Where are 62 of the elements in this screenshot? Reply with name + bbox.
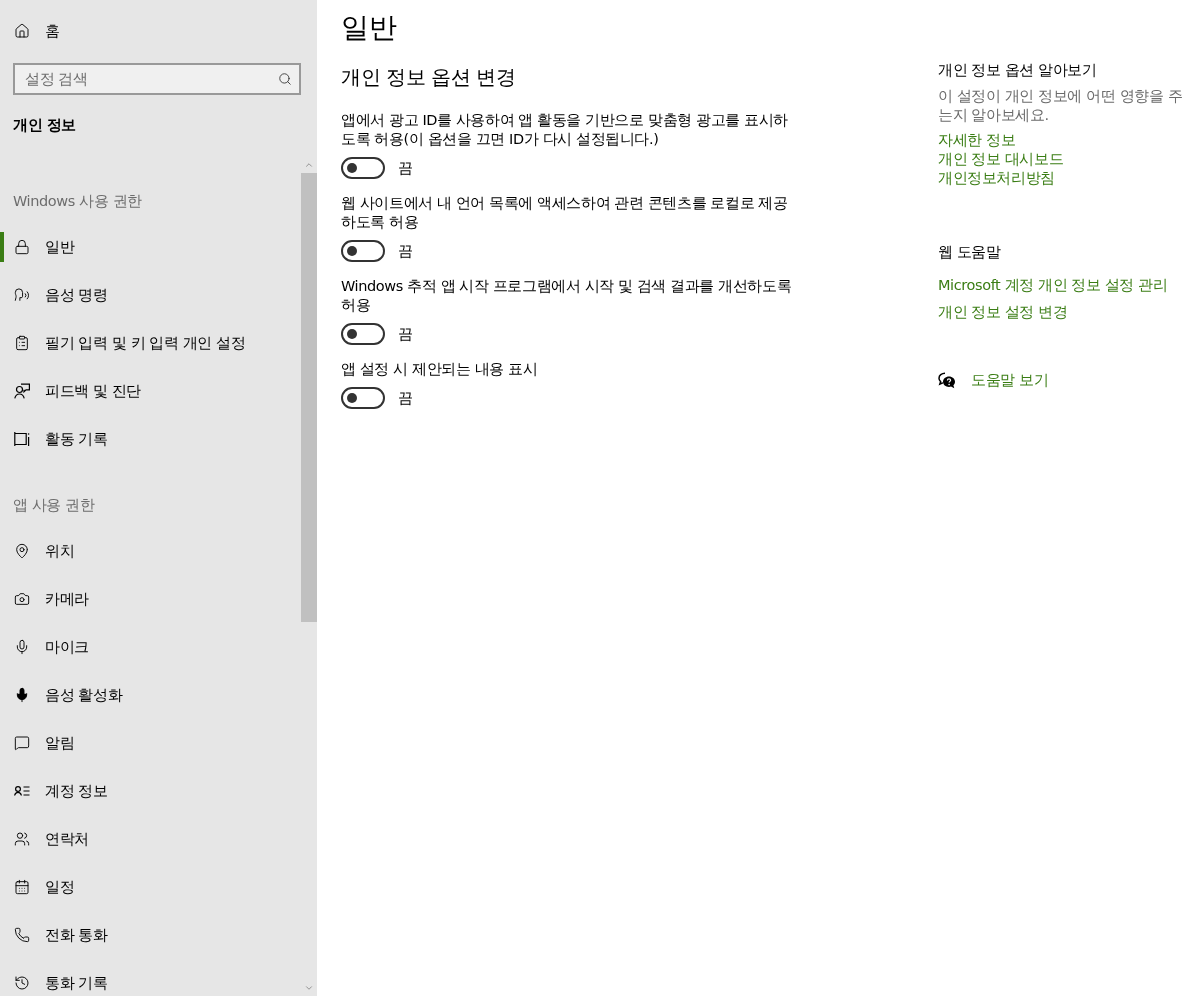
help-link[interactable]: 개인 정보 대시보드 (938, 150, 1064, 169)
search-field[interactable]: 설정 검색 (13, 63, 301, 95)
sidebar-item[interactable]: 마이크 (0, 623, 300, 671)
option-label: 웹 사이트에서 내 언어 목록에 액세스하여 관련 콘텐츠를 로컬로 제공하도록 허용 (341, 194, 789, 232)
people-icon (14, 831, 30, 847)
history-icon (14, 975, 30, 991)
person-speaking-icon (14, 287, 30, 303)
home-icon (14, 23, 30, 39)
section-subtitle: 개인 정보 옵션 변경 (341, 64, 517, 91)
lock-icon (14, 239, 30, 255)
sidebar-item[interactable]: 전화 통화 (0, 911, 300, 959)
option-label: 앱에서 광고 ID를 사용하여 앱 활동을 기반으로 맞춤형 광고를 표시하도록 허용(이 옵션을 끄면 ID가 다시 설정됩니다.) (341, 111, 789, 149)
option-label: 앱 설정 시 제안되는 내용 표시 (341, 360, 539, 379)
sidebar-item[interactable]: 음성 명령 (0, 271, 300, 319)
sidebar-item[interactable]: 통화 기록 (0, 959, 300, 996)
toggle-state-label: 끔 (398, 159, 413, 178)
mic-icon (14, 687, 30, 703)
help-link[interactable]: 자세한 정보 (938, 131, 1016, 150)
scrollbar-thumb[interactable] (301, 173, 317, 622)
camera-icon (14, 591, 30, 607)
speech-bubble-icon (14, 735, 30, 751)
panel-dots-icon (14, 431, 30, 447)
clipboard-icon (14, 335, 30, 351)
help-link[interactable]: 개인 정보 설정 변경 (938, 303, 1068, 322)
person-bubble-icon (14, 383, 30, 399)
sidebar-item[interactable]: 계정 정보 (0, 767, 300, 815)
group-heading: 앱 사용 권한 (13, 496, 96, 515)
toggle-switch[interactable] (341, 323, 385, 345)
help-link[interactable]: Microsoft 계정 개인 정보 설정 관리 (938, 276, 1168, 295)
sidebar-item[interactable]: 알림 (0, 719, 300, 767)
get-help-link[interactable]: 도움말 보기 (938, 370, 1049, 390)
person-list-icon (14, 783, 30, 799)
toggle-state-label: 끔 (398, 389, 413, 408)
sidebar-item[interactable]: 연락처 (0, 815, 300, 863)
sidebar-item[interactable]: 필기 입력 및 키 입력 개인 설정 (0, 319, 300, 367)
calendar-icon (14, 879, 30, 895)
toggle-switch[interactable] (341, 157, 385, 179)
search-icon[interactable] (278, 72, 292, 86)
sidebar-item[interactable]: 카메라 (0, 575, 300, 623)
home-nav-item[interactable]: 홈 (0, 7, 300, 55)
help-bubbles-icon (938, 371, 956, 389)
sidebar-item[interactable]: 피드백 및 진단 (0, 367, 300, 415)
sidebar-item[interactable]: 음성 활성화 (0, 671, 300, 719)
sidebar-item[interactable]: 일정 (0, 863, 300, 911)
toggle-switch[interactable] (341, 387, 385, 409)
help-link[interactable]: 개인정보처리방침 (938, 169, 1055, 188)
section-title: 개인 정보 (13, 116, 78, 135)
sidebar-item[interactable]: 일반 (0, 223, 300, 271)
option-label: Windows 추적 앱 시작 프로그램에서 시작 및 검색 결과를 개선하도록 허용 (341, 277, 793, 315)
mic-icon (14, 639, 30, 655)
toggle-state-label: 끔 (398, 325, 413, 344)
sidebar-item[interactable]: 활동 기록 (0, 415, 300, 463)
toggle-switch[interactable] (341, 240, 385, 262)
group-heading: Windows 사용 권한 (13, 192, 143, 211)
aside-description: 이 설정이 개인 정보에 어떤 영향을 주는지 알아보세요. (938, 87, 1184, 125)
aside-heading: 개인 정보 옵션 알아보기 (938, 61, 1097, 80)
phone-icon (14, 927, 30, 943)
page-title: 일반 (341, 10, 398, 46)
toggle-state-label: 끔 (398, 242, 413, 261)
aside-heading: 웹 도움말 (938, 243, 1001, 262)
sidebar-item[interactable]: 위치 (0, 527, 300, 575)
map-pin-icon (14, 543, 30, 559)
